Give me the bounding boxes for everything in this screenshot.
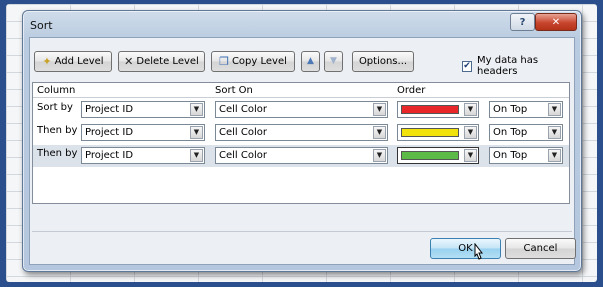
dialog-body: ✦ Add Level ✕ Delete Level ❐ Copy Level …: [29, 37, 576, 265]
order-header: Order: [397, 85, 426, 96]
mouse-cursor-icon: [474, 243, 484, 260]
arrow-up-icon: ▲: [307, 56, 314, 66]
position-select[interactable]: On Top ▼: [489, 124, 563, 141]
cancel-label: Cancel: [523, 243, 558, 254]
column-select[interactable]: Project ID ▼: [81, 147, 205, 164]
color-select[interactable]: ▼: [397, 124, 479, 141]
sort-level-row[interactable]: Then by Project ID ▼ Cell Color ▼ ▼ On T…: [33, 145, 569, 167]
column-value: Project ID: [85, 104, 134, 115]
sort-on-select[interactable]: Cell Color ▼: [215, 101, 388, 118]
sort-level-row[interactable]: Sort by Project ID ▼ Cell Color ▼ ▼ On T…: [33, 99, 569, 121]
cancel-button[interactable]: Cancel: [505, 238, 576, 259]
color-swatch: [401, 105, 459, 114]
row-label: Sort by: [37, 102, 73, 113]
position-value: On Top: [493, 104, 528, 115]
ok-button[interactable]: OK: [430, 238, 501, 259]
sort-level-row[interactable]: Then by Project ID ▼ Cell Color ▼ ▼ On T…: [33, 122, 569, 144]
close-button[interactable]: ✕: [535, 13, 577, 31]
grid-header: Column Sort On Order: [33, 83, 569, 98]
chevron-down-icon[interactable]: ▼: [548, 149, 561, 162]
sort-levels-grid: Column Sort On Order Sort by Project ID …: [32, 82, 570, 204]
close-icon: ✕: [551, 16, 561, 28]
chevron-down-icon[interactable]: ▼: [548, 126, 561, 139]
column-select[interactable]: Project ID ▼: [81, 101, 205, 118]
copy-level-button[interactable]: ❐ Copy Level: [211, 51, 295, 72]
move-up-button[interactable]: ▲: [301, 51, 320, 72]
color-select[interactable]: ▼: [397, 147, 479, 164]
sort-on-header: Sort On: [215, 85, 253, 96]
position-select[interactable]: On Top ▼: [489, 147, 563, 164]
title-bar: Sort ? ✕: [23, 11, 581, 37]
options-label: Options...: [358, 56, 408, 67]
position-select[interactable]: On Top ▼: [489, 101, 563, 118]
chevron-down-icon[interactable]: ▼: [464, 103, 477, 116]
position-value: On Top: [493, 127, 528, 138]
chevron-down-icon[interactable]: ▼: [190, 149, 203, 162]
column-select[interactable]: Project ID ▼: [81, 124, 205, 141]
column-value: Project ID: [85, 150, 134, 161]
sort-toolbar: ✦ Add Level ✕ Delete Level ❐ Copy Level …: [34, 51, 570, 77]
headers-checkbox[interactable]: ✔: [462, 60, 472, 72]
copy-icon: ❐: [219, 55, 229, 68]
chevron-down-icon[interactable]: ▼: [190, 103, 203, 116]
chevron-down-icon[interactable]: ▼: [464, 149, 477, 162]
chevron-down-icon[interactable]: ▼: [373, 149, 386, 162]
add-level-icon: ✦: [42, 55, 52, 68]
sort-dialog: Sort ? ✕ ✦ Add Level ✕ Delete Level ❐ Co…: [22, 10, 582, 272]
position-value: On Top: [493, 150, 528, 161]
arrow-down-icon: ▼: [330, 56, 337, 66]
chevron-down-icon[interactable]: ▼: [373, 126, 386, 139]
add-level-button[interactable]: ✦ Add Level: [34, 51, 112, 72]
footer-divider: [32, 231, 572, 232]
dialog-title: Sort: [30, 19, 53, 32]
sort-on-value: Cell Color: [219, 150, 267, 161]
column-value: Project ID: [85, 127, 134, 138]
chevron-down-icon[interactable]: ▼: [464, 126, 477, 139]
sort-on-value: Cell Color: [219, 104, 267, 115]
row-label: Then by: [37, 148, 78, 159]
delete-icon: ✕: [124, 55, 134, 68]
sort-on-value: Cell Color: [219, 127, 267, 138]
chevron-down-icon[interactable]: ▼: [190, 126, 203, 139]
copy-level-label: Copy Level: [231, 56, 287, 67]
color-swatch: [401, 128, 459, 137]
move-down-button[interactable]: ▼: [324, 51, 343, 72]
delete-level-label: Delete Level: [136, 56, 199, 67]
column-header: Column: [37, 85, 76, 96]
sort-on-select[interactable]: Cell Color ▼: [215, 124, 388, 141]
help-button[interactable]: ?: [510, 13, 535, 31]
row-label: Then by: [37, 125, 78, 136]
color-swatch: [401, 151, 459, 160]
headers-checkbox-row[interactable]: ✔ My data has headers: [462, 55, 570, 77]
chevron-down-icon[interactable]: ▼: [548, 103, 561, 116]
add-level-label: Add Level: [54, 56, 104, 67]
color-select[interactable]: ▼: [397, 101, 479, 118]
sort-on-select[interactable]: Cell Color ▼: [215, 147, 388, 164]
headers-label: My data has headers: [477, 55, 539, 77]
chevron-down-icon[interactable]: ▼: [373, 103, 386, 116]
help-icon: ?: [519, 16, 526, 28]
delete-level-button[interactable]: ✕ Delete Level: [118, 51, 205, 72]
options-button[interactable]: Options...: [352, 51, 414, 72]
